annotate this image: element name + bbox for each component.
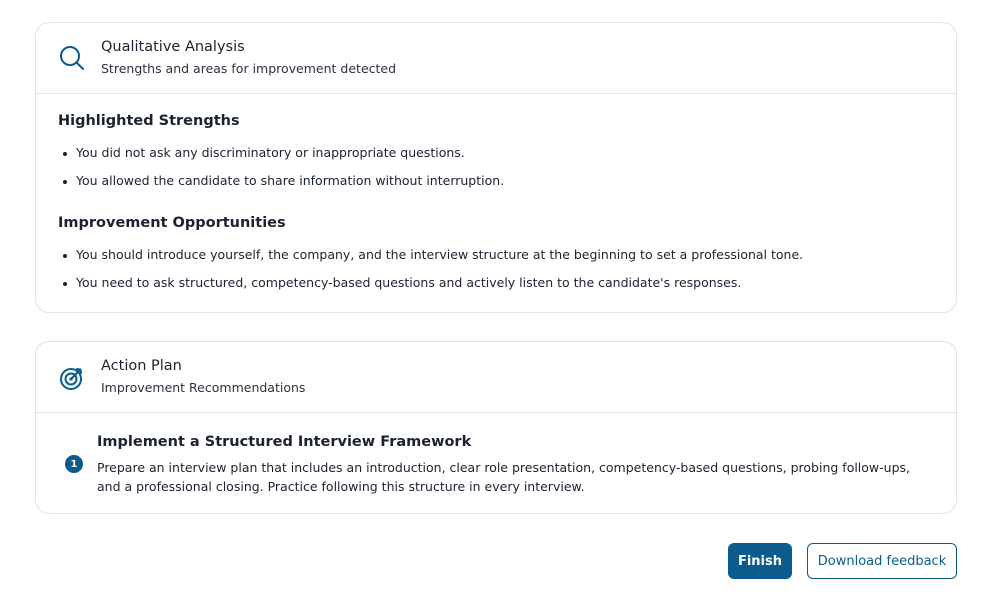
action-plan-header: Action Plan Improvement Recommendations — [36, 342, 956, 413]
qualitative-analysis-subtitle: Strengths and areas for improvement dete… — [101, 61, 397, 76]
opportunity-item: You need to ask structured, competency-b… — [62, 275, 742, 290]
qualitative-analysis-title: Qualitative Analysis — [101, 39, 245, 55]
strength-item: You did not ask any discriminatory or in… — [63, 145, 465, 160]
step-description: Prepare an interview plan that includes … — [97, 460, 911, 494]
qualitative-analysis-card: Qualitative Analysis Strengths and areas… — [35, 22, 957, 313]
strength-item: You allowed the candidate to share infor… — [62, 173, 505, 188]
qualitative-analysis-header: Qualitative Analysis Strengths and areas… — [36, 23, 956, 94]
action-plan-card: Action Plan Improvement Recommendations … — [35, 341, 957, 514]
step-number-badge: 1 — [65, 455, 83, 473]
download-feedback-button[interactable]: Download feedback — [807, 543, 957, 579]
opportunities-heading: Improvement Opportunities — [58, 215, 286, 231]
strengths-heading: Highlighted Strengths — [58, 113, 240, 129]
target-icon — [58, 364, 86, 392]
action-plan-subtitle: Improvement Recommendations — [101, 380, 306, 395]
opportunity-item: You should introduce yourself, the compa… — [62, 247, 804, 262]
step-title: Implement a Structured Interview Framewo… — [97, 434, 472, 450]
finish-button[interactable]: Finish — [728, 543, 792, 579]
action-plan-title: Action Plan — [101, 358, 182, 374]
search-icon — [58, 44, 86, 72]
